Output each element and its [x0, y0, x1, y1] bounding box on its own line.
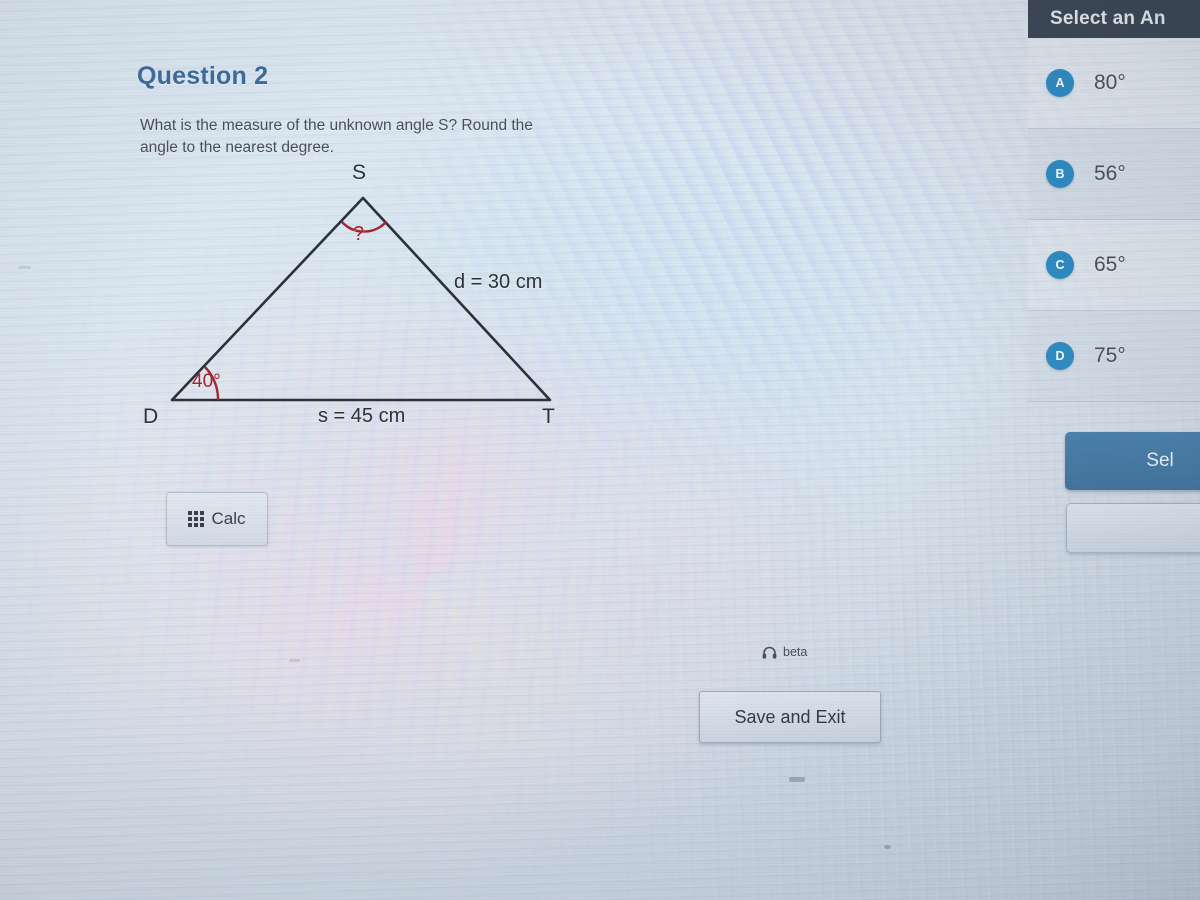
dust-speck	[289, 659, 300, 662]
exam-screen: Question 2 What is the measure of the un…	[0, 0, 1200, 900]
triangle-svg	[170, 196, 552, 402]
headphones-icon	[762, 646, 777, 659]
option-badge-c: C	[1046, 251, 1074, 279]
vertex-label-s: S	[352, 161, 367, 184]
beta-label: beta	[783, 645, 808, 659]
option-badge-b: B	[1046, 160, 1074, 188]
page-title: Question 2	[137, 62, 269, 90]
select-answer-label: Sel	[1146, 450, 1174, 471]
save-and-exit-button[interactable]: Save and Exit	[699, 691, 881, 743]
secondary-action-button[interactable]	[1066, 503, 1200, 553]
dust-speck	[884, 845, 891, 849]
option-text-b: 56°	[1094, 162, 1126, 185]
dust-speck	[18, 266, 31, 269]
answer-option-b[interactable]: B 56°	[1028, 129, 1200, 220]
side-label-s: s = 45 cm	[318, 405, 406, 427]
save-and-exit-label: Save and Exit	[734, 706, 846, 727]
dust-speck	[789, 777, 805, 782]
vertex-label-t: T	[542, 405, 555, 428]
answer-panel: Select an An A 80° B 56° C 65° D 75°	[1028, 0, 1200, 410]
answer-option-d[interactable]: D 75°	[1028, 311, 1200, 402]
select-answer-button[interactable]: Sel	[1065, 432, 1200, 490]
calculator-button[interactable]: Calc	[166, 492, 268, 546]
question-prompt: What is the measure of the unknown angle…	[140, 117, 533, 156]
known-angle-label: 40°	[192, 371, 221, 392]
option-badge-a: A	[1046, 69, 1074, 97]
vertex-label-d: D	[143, 405, 159, 428]
option-badge-d: D	[1046, 342, 1074, 370]
answer-option-c[interactable]: C 65°	[1028, 220, 1200, 311]
triangle-diagram: S D T d = 30 cm s = 45 cm ? 40°	[120, 155, 640, 445]
calculator-button-label: Calc	[211, 509, 246, 528]
option-text-c: 65°	[1094, 253, 1126, 276]
side-label-d: d = 30 cm	[454, 271, 543, 293]
unknown-angle-label: ?	[353, 223, 365, 245]
option-text-a: 80°	[1094, 71, 1126, 94]
option-text-d: 75°	[1094, 344, 1126, 367]
grid-keypad-icon	[188, 511, 205, 527]
beta-indicator: beta	[762, 645, 807, 659]
answer-option-a[interactable]: A 80°	[1028, 38, 1200, 129]
answer-panel-header: Select an An	[1028, 0, 1200, 38]
